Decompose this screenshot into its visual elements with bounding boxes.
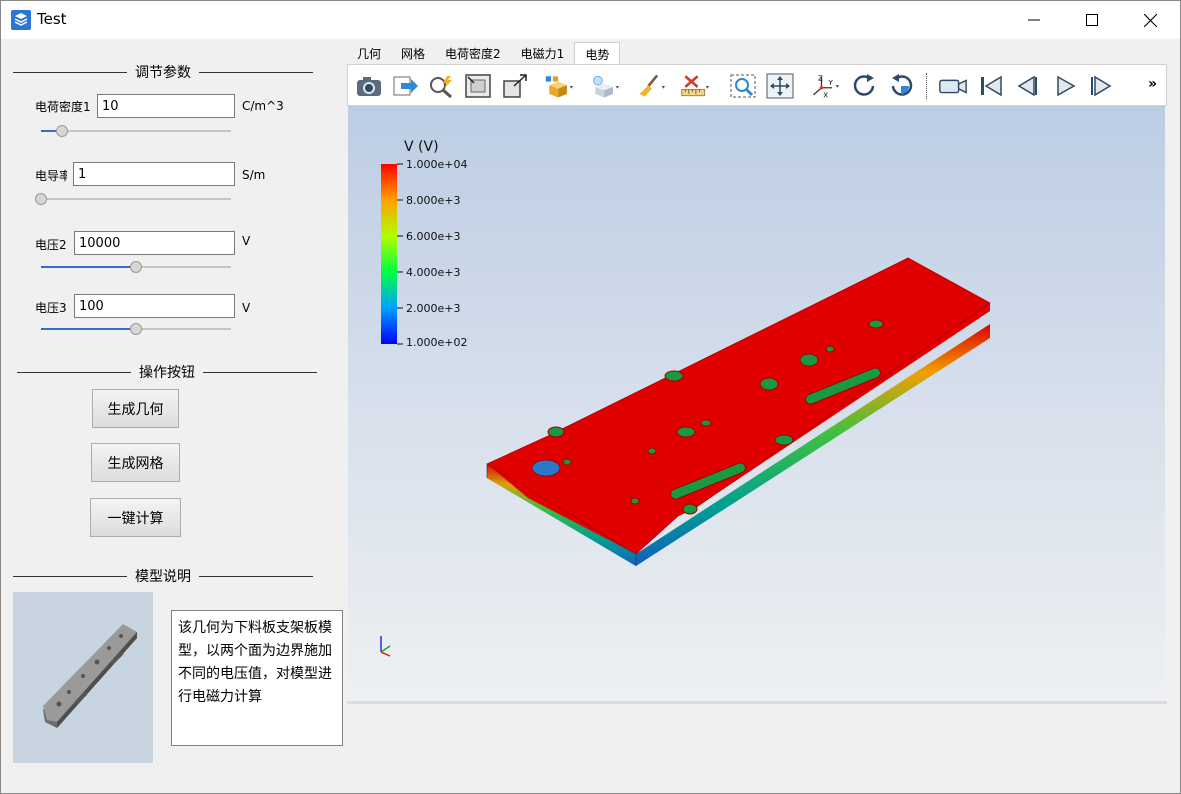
window-title: Test — [37, 10, 67, 28]
charge-density-unit: C/m^3 — [242, 99, 284, 113]
legend-tick: 2.000e+3 — [406, 302, 460, 315]
voltage3-unit: V — [242, 301, 251, 315]
play-icon[interactable] — [1050, 72, 1080, 100]
conductivity-unit: S/m — [242, 168, 266, 182]
voltage2-unit: V — [242, 234, 251, 248]
maximize-button[interactable] — [1063, 1, 1121, 39]
result-scene: V (V) 1.000e+04 8.000e+3 6.000e+3 4.000e… — [380, 139, 991, 657]
app-window: Test 调节参数 电荷密度1 C/m^3 电导率 S/m 电压2 V 电压3 … — [0, 0, 1181, 794]
generate-geometry-button[interactable]: 生成几何 — [92, 389, 179, 428]
plate-model — [486, 257, 991, 566]
next-frame-icon[interactable] — [1086, 72, 1116, 100]
slider-thumb[interactable] — [130, 261, 142, 273]
pan-icon[interactable] — [765, 72, 795, 100]
axes-icon[interactable]: ZYX — [810, 72, 840, 100]
record-icon[interactable] — [938, 72, 968, 100]
light-icon[interactable] — [590, 72, 620, 100]
color-cube-icon[interactable] — [544, 72, 574, 100]
title-bar: Test — [1, 1, 1180, 39]
render-viewport[interactable]: V (V) 1.000e+04 8.000e+3 6.000e+3 4.000e… — [348, 106, 1165, 701]
prev-frame-icon[interactable] — [1012, 72, 1042, 100]
app-icon — [11, 10, 31, 30]
compute-all-button[interactable]: 一键计算 — [90, 498, 181, 537]
slider-thumb[interactable] — [130, 323, 142, 335]
tab-charge-density[interactable]: 电荷密度2 — [435, 42, 511, 64]
minimize-icon — [1028, 19, 1040, 21]
voltage3-input[interactable] — [74, 294, 235, 318]
model-group-title: 模型说明 — [13, 566, 313, 586]
slider-thumb[interactable] — [35, 193, 47, 205]
params-title: 调节参数 — [135, 65, 191, 81]
svg-text:Z: Z — [818, 74, 823, 83]
legend-title: V (V) — [404, 139, 439, 155]
legend-tick: 6.000e+3 — [406, 230, 460, 243]
legend-tick: 1.000e+02 — [406, 336, 467, 349]
zoom-box-icon[interactable] — [728, 72, 758, 100]
tab-geometry[interactable]: 几何 — [347, 42, 391, 64]
rotate-ccw-icon[interactable] — [886, 72, 916, 100]
model-description: 该几何为下料板支架板模型，以两个面为边界施加不同的电压值，对模型进行电磁力计算 — [171, 610, 343, 746]
view-direction-icon[interactable] — [500, 72, 530, 100]
voltage3-label: 电压3 — [35, 301, 67, 315]
svg-text:Y: Y — [828, 78, 834, 87]
viewport-status-strip — [347, 701, 1167, 704]
tab-potential[interactable]: 电势 — [574, 42, 621, 64]
legend-tick: 1.000e+04 — [406, 158, 467, 171]
voltage2-slider[interactable] — [41, 261, 231, 273]
generate-mesh-button[interactable]: 生成网格 — [91, 443, 180, 482]
rotate-cw-icon[interactable] — [850, 72, 880, 100]
toolbar-overflow-button[interactable]: » — [1148, 76, 1157, 92]
slider-thumb[interactable] — [55, 125, 68, 137]
voltage2-label: 电压2 — [35, 238, 67, 252]
brush-icon[interactable] — [636, 72, 666, 100]
charge-density-label: 电荷密度1 — [35, 100, 91, 114]
voltage3-slider[interactable] — [41, 323, 231, 335]
legend-tick: 8.000e+3 — [406, 194, 460, 207]
color-bar — [381, 164, 397, 344]
tab-mesh[interactable]: 网格 — [391, 42, 435, 64]
tab-em-force[interactable]: 电磁力1 — [511, 42, 575, 64]
conductivity-slider[interactable] — [35, 193, 231, 205]
toolbar-separator — [926, 73, 927, 99]
actions-group-title: 操作按钮 — [17, 362, 317, 382]
params-group-title: 调节参数 — [13, 62, 313, 82]
minimize-button[interactable] — [1005, 1, 1063, 39]
maximize-icon — [1086, 14, 1098, 26]
first-frame-icon[interactable] — [976, 72, 1006, 100]
viewer-toolbar: ZYX » — [347, 64, 1167, 106]
camera-icon[interactable] — [354, 72, 384, 100]
legend-tick: 4.000e+3 — [406, 266, 460, 279]
pick-icon[interactable] — [426, 72, 456, 100]
orientation-axes — [380, 636, 391, 657]
ruler-clear-icon[interactable] — [680, 72, 710, 100]
conductivity-label: 电导率 — [35, 169, 67, 183]
result-tabs: 几何 网格 电荷密度2 电磁力1 电势 — [347, 42, 621, 64]
charge-density-slider[interactable] — [41, 125, 231, 137]
charge-density-input[interactable] — [97, 94, 235, 118]
conductivity-input[interactable] — [73, 162, 235, 186]
svg-text:X: X — [823, 90, 828, 99]
model-preview-image — [13, 592, 153, 763]
close-button[interactable] — [1121, 1, 1179, 39]
actions-title: 操作按钮 — [139, 365, 195, 381]
voltage2-input[interactable] — [74, 231, 235, 255]
fit-view-icon[interactable] — [463, 72, 493, 100]
model-title: 模型说明 — [135, 569, 191, 585]
close-icon — [1143, 13, 1157, 27]
export-icon[interactable] — [390, 72, 420, 100]
